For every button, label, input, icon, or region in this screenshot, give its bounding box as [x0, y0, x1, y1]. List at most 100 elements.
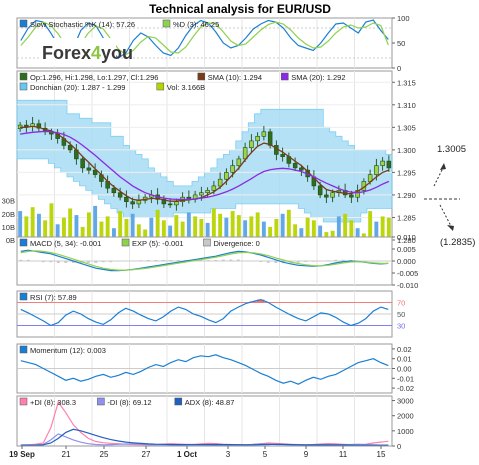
rsi-legend-swatch [19, 292, 28, 301]
x-tick-label: 9 [304, 450, 309, 459]
candle-body [349, 194, 354, 198]
price-ytick-label: 1.315 [397, 78, 416, 87]
dmi-legend-swatch [174, 397, 183, 406]
candle-body [374, 165, 379, 175]
price-legend-sma-10-1-294: SMA (10): 1.294 [208, 73, 262, 82]
price-legend-donchian-20-1-287-1-299: Donchian (20): 1.287 - 1.299 [30, 83, 125, 92]
macd-divergence-bar [64, 261, 68, 263]
macd-divergence-bar [274, 261, 278, 263]
volume-bar [186, 212, 191, 240]
x-tick-label: 19 Sep [9, 450, 35, 459]
volume-bar [236, 215, 241, 240]
candle-body [211, 185, 217, 191]
x-tick-label: 15 [377, 450, 386, 459]
dmi-ytick-label: 2000 [397, 412, 414, 421]
macd-divergence-bar [169, 260, 173, 261]
price-legend-swatch [156, 82, 165, 91]
stochastic-legend-swatch [162, 19, 171, 28]
candle-body [130, 201, 135, 205]
volume-bar [368, 211, 373, 240]
candle-body [217, 178, 223, 187]
macd-divergence-bar [86, 261, 90, 263]
candle-body [236, 158, 242, 166]
annotation-target-up: 1.3005 [437, 144, 466, 155]
candle-body [249, 140, 254, 148]
candle-body [86, 167, 92, 171]
candle-body [167, 203, 173, 206]
momentum-legend-swatch [19, 345, 28, 354]
candle-body [205, 190, 210, 193]
stochastic-legend-swatch [19, 19, 28, 28]
rsi-legend-rsi-7-57-89: RSI (7): 57.89 [30, 293, 77, 302]
candle-body [380, 160, 385, 166]
candle-body [292, 163, 298, 169]
macd-divergence-bar [41, 261, 45, 263]
macd-divergence-bar [206, 260, 210, 261]
candle-body [199, 192, 204, 196]
macd-divergence-bar [386, 261, 390, 262]
macd-divergence-bar [371, 261, 375, 262]
momentum-ytick-label: -0.02 [397, 384, 414, 393]
x-tick-label: 1 Oct [177, 450, 197, 459]
volume-bar [280, 213, 285, 241]
macd-ytick-label: 0.000 [397, 257, 416, 266]
volume-bar [193, 216, 198, 240]
macd-divergence-bar [161, 260, 165, 261]
dmi-legend-adx-8-48-87: ADX (8): 48.87 [185, 398, 235, 407]
price-legend-swatch [281, 72, 289, 81]
volume-bar [74, 215, 79, 240]
volume-bar [343, 213, 348, 241]
dmi-legend-di-8-308-3: +DI (8): 308.3 [30, 398, 76, 407]
chart-root: Technical analysis for EUR/USD 100 50 0 Slo… [0, 0, 479, 465]
volume-bar [93, 205, 98, 240]
x-tick-label: 21 [62, 450, 71, 459]
dmi-legend-swatch [19, 397, 28, 406]
momentum-ytick-label: 0.01 [397, 355, 412, 364]
momentum-ytick-label: 0.00 [397, 365, 412, 374]
stochastic-ytick-label: 100 [397, 14, 410, 23]
stochastic-ytick-label: 0 [397, 64, 401, 73]
x-tick-label: 11 [339, 450, 348, 459]
macd-ytick-label: 0.005 [397, 245, 416, 254]
macd-divergence-bar [364, 261, 368, 262]
macd-divergence-bar [326, 260, 330, 261]
momentum-legend-momentum-12-0-003: Momentum (12): 0.003 [30, 346, 106, 355]
macd-divergence-bar [266, 261, 270, 263]
volume-bar [68, 208, 73, 240]
macd-ytick-label: 0.010 [397, 233, 416, 242]
macd-divergence-bar [379, 261, 383, 262]
macd-divergence-bar [131, 260, 135, 262]
volume-bar [218, 213, 223, 241]
volume-bar [24, 216, 29, 240]
stochastic-legend-d-3-46-25: %D (3): 46.25 [173, 20, 219, 29]
candle-body [280, 154, 285, 157]
candle-body [117, 192, 123, 198]
macd-legend-exp-5-0-001: EXP (5): -0.001 [132, 239, 184, 248]
candle-body [174, 201, 179, 206]
rsi-ytick-label: 70 [397, 299, 405, 308]
annotation-arrow-down [439, 204, 453, 229]
macd-divergence-bar [214, 260, 218, 261]
macd-divergence-bar [101, 261, 105, 263]
price-legend-vol-3-166b: Vol: 3.166B [167, 83, 205, 92]
candle-body [299, 167, 304, 171]
macd-divergence-bar [229, 259, 233, 261]
dmi-legend-swatch [97, 397, 105, 406]
volume-bar [49, 203, 54, 241]
price-ytick-label: 1.300 [397, 146, 416, 155]
volume-bar [118, 211, 123, 240]
volume-bar [230, 211, 235, 240]
price-legend-sma-20-1-292: SMA (20): 1.292 [291, 73, 345, 82]
price-legend-swatch [19, 72, 28, 81]
x-tick-label: 25 [100, 450, 109, 459]
dmi-legend-di-8-69-12: -DI (8): 69.12 [107, 398, 151, 407]
rsi-ytick-label: 30 [397, 322, 405, 331]
volume-bar [255, 212, 260, 240]
candle-body [255, 136, 260, 142]
volume-bar [380, 216, 385, 240]
dmi-ytick-label: 3000 [397, 397, 414, 406]
macd-divergence-bar [296, 261, 300, 263]
volume-bar [130, 213, 135, 241]
candle-body [230, 165, 235, 173]
candle-body [330, 192, 335, 198]
